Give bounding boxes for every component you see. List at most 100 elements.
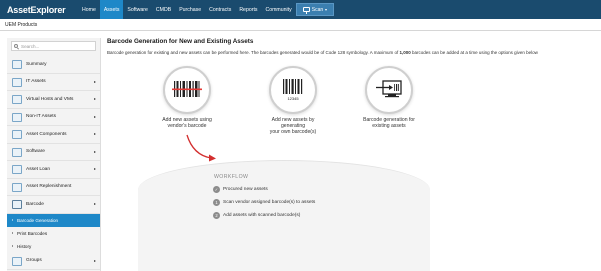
sidebar-item-label: Asset Loan xyxy=(26,166,51,172)
option-vendor-barcode[interactable]: Add new assets using vendor's barcode xyxy=(147,66,227,129)
non-it-assets-icon xyxy=(12,112,22,122)
workflow-step-text: Add assets with scanned barcode(s) xyxy=(223,213,301,218)
software-icon xyxy=(12,147,22,157)
barcode-generate-icon[interactable]: 12345 xyxy=(269,66,317,114)
workflow-step-text: Scan vendor assigned barcode(s) to asset… xyxy=(223,200,316,205)
red-arrow-icon xyxy=(186,134,216,162)
search-placeholder: Search... xyxy=(21,43,40,49)
option-label-line: vendor's barcode xyxy=(167,123,207,129)
sidebar-item-asset-replenishment[interactable]: Asset Replenishment xyxy=(7,179,100,196)
nav-home[interactable]: Home xyxy=(78,0,100,19)
sidebar-item-label: IT Assets xyxy=(26,79,46,85)
sidebar-subitem-print-barcodes[interactable]: Print Barcodes xyxy=(7,227,100,240)
barcode-number: 12345 xyxy=(287,96,299,101)
sidebar-item-non-it-assets[interactable]: Non-IT Assets xyxy=(7,109,100,126)
step-number: 1 xyxy=(213,199,220,206)
sidebar-item-software[interactable]: Software xyxy=(7,144,100,161)
virtual-hosts-icon xyxy=(12,95,22,104)
workflow-title: WORKFLOW xyxy=(214,174,249,180)
sidebar-menu: Summary IT Assets Virtual Hosts and VMs … xyxy=(7,56,100,270)
workflow-panel: WORKFLOW ✓ Procured new assets 1 Scan ve… xyxy=(138,160,430,271)
description-text: barcodes can be added at a time using th… xyxy=(410,50,538,55)
main-content: Barcode Generation for New and Existing … xyxy=(107,38,597,271)
sidebar-item-virtual-hosts[interactable]: Virtual Hosts and VMs xyxy=(7,91,100,109)
chevron-right-icon xyxy=(94,80,96,83)
top-navigation-bar: AssetExplorer Home Assets Software CMDB … xyxy=(0,0,601,19)
sidebar-item-barcode[interactable]: Barcode xyxy=(7,196,100,214)
bullet-icon xyxy=(12,244,13,247)
nav-cmdb[interactable]: CMDB xyxy=(152,0,175,19)
bullet-icon xyxy=(12,231,13,234)
uem-products-link[interactable]: UEM Products xyxy=(5,22,37,28)
search-input[interactable]: Search... xyxy=(11,41,96,51)
description-text: Barcode generation for existing and new … xyxy=(107,50,400,55)
sidebar-item-groups[interactable]: Groups xyxy=(7,253,100,270)
sidebar-subitem-label: Barcode Generation xyxy=(17,217,59,223)
sidebar-item-label: Barcode xyxy=(26,201,44,207)
it-assets-icon xyxy=(12,77,22,87)
sidebar-item-asset-loan[interactable]: Asset Loan xyxy=(7,161,100,179)
sidebar-item-label: Software xyxy=(26,149,45,155)
barcode-scan-icon[interactable] xyxy=(163,66,211,114)
nav-software[interactable]: Software xyxy=(123,0,151,19)
nav-community[interactable]: Community xyxy=(261,0,295,19)
workflow-step-text: Procured new assets xyxy=(223,187,268,192)
page-title: Barcode Generation for New and Existing … xyxy=(107,38,254,45)
sidebar-item-label: Asset Components xyxy=(26,131,67,137)
sub-header: UEM Products xyxy=(0,19,601,31)
scan-label: Scan xyxy=(311,6,324,13)
step-number: 2 xyxy=(213,212,220,219)
chevron-right-icon xyxy=(94,259,96,262)
sidebar-subitem-label: Print Barcodes xyxy=(17,230,48,236)
workflow-step: 1 Scan vendor assigned barcode(s) to ass… xyxy=(213,198,315,207)
sidebar-subitem-label: History xyxy=(17,243,32,249)
asset-loan-icon xyxy=(12,165,22,174)
sidebar-item-asset-components[interactable]: Asset Components xyxy=(7,126,100,144)
workflow-step: 2 Add assets with scanned barcode(s) xyxy=(213,211,300,220)
chevron-down-icon xyxy=(325,8,328,11)
barcode-icon xyxy=(12,200,22,209)
asset-components-icon xyxy=(12,130,22,139)
sidebar-subitem-barcode-generation[interactable]: Barcode Generation xyxy=(7,213,100,227)
monitor-icon xyxy=(302,7,310,14)
option-label: Barcode generation for existing assets xyxy=(349,117,429,129)
page-description: Barcode generation for existing and new … xyxy=(107,50,597,55)
nav-assets[interactable]: Assets xyxy=(99,0,124,19)
chevron-right-icon xyxy=(94,115,96,118)
workflow-step: ✓ Procured new assets xyxy=(213,185,268,194)
chevron-right-icon xyxy=(94,150,96,153)
sidebar-item-label: Summary xyxy=(26,61,47,67)
chevron-right-icon xyxy=(94,133,96,135)
sidebar-item-label: Asset Replenishment xyxy=(26,184,72,190)
groups-icon xyxy=(12,256,22,266)
option-generate-barcode[interactable]: 12345 Add new assets by generating your … xyxy=(253,66,333,135)
option-label-line: existing assets xyxy=(372,123,406,129)
chevron-right-icon xyxy=(94,98,96,100)
existing-assets-icon[interactable] xyxy=(365,66,413,114)
sidebar-item-it-assets[interactable]: IT Assets xyxy=(7,74,100,91)
option-label-line: your own barcode(s) xyxy=(269,129,317,135)
sidebar-item-label: Virtual Hosts and VMs xyxy=(26,96,74,102)
sidebar-item-label: Non-IT Assets xyxy=(26,114,57,120)
summary-icon xyxy=(12,60,22,69)
chevron-right-icon xyxy=(94,168,96,170)
option-label: Add new assets by generating your own ba… xyxy=(253,117,333,135)
max-barcodes-value: 1,000 xyxy=(399,50,411,55)
sidebar-item-summary[interactable]: Summary xyxy=(7,56,100,74)
nav-reports[interactable]: Reports xyxy=(235,0,261,19)
scan-button[interactable]: Scan xyxy=(296,3,334,16)
sidebar: Search... Summary IT Assets Virtual Host… xyxy=(7,38,101,271)
sidebar-item-label: Groups xyxy=(26,258,42,264)
sidebar-subitem-history[interactable]: History xyxy=(7,240,100,253)
nav-contracts[interactable]: Contracts xyxy=(205,0,235,19)
option-label: Add new assets using vendor's barcode xyxy=(147,117,227,129)
option-existing-assets[interactable]: Barcode generation for existing assets xyxy=(349,66,429,129)
asset-replenishment-icon xyxy=(12,182,22,192)
chevron-right-icon xyxy=(94,203,96,205)
bullet-icon xyxy=(12,218,13,221)
checkmark-icon: ✓ xyxy=(213,186,220,193)
search-icon xyxy=(14,44,18,48)
nav-purchase[interactable]: Purchase xyxy=(175,0,205,19)
main-nav: Home Assets Software CMDB Purchase Contr… xyxy=(78,0,296,19)
app-logo[interactable]: AssetExplorer xyxy=(0,0,78,19)
